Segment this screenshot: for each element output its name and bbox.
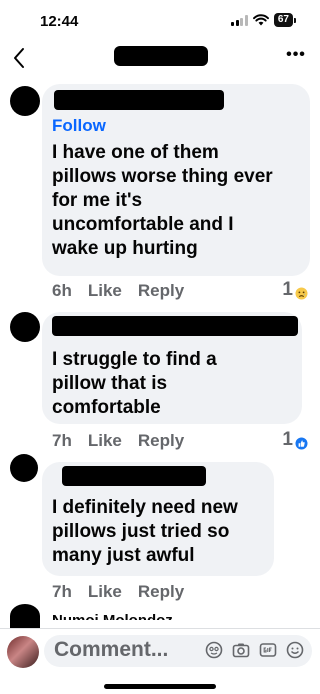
commenter-avatar-redacted[interactable] xyxy=(10,312,40,342)
comment-actions: 7h Like Reply xyxy=(52,582,184,602)
comment-actions: 6h Like Reply xyxy=(52,281,184,301)
status-time: 12:44 xyxy=(40,13,79,30)
like-button[interactable]: Like xyxy=(88,431,122,451)
reaction-summary[interactable]: 1 xyxy=(282,429,308,451)
redacted-commenter-name[interactable] xyxy=(54,90,224,110)
commenter-avatar-redacted[interactable] xyxy=(10,454,38,482)
comment-text: I have one of them pillows worse thing e… xyxy=(52,142,273,259)
reaction-summary[interactable]: 1 xyxy=(282,279,308,301)
battery-icon: 67 xyxy=(273,13,296,27)
reaction-count: 1 xyxy=(282,429,293,450)
gif-icon[interactable] xyxy=(259,641,277,659)
comment-input-placeholder: Comment... xyxy=(54,638,169,661)
cellular-signal-icon xyxy=(231,14,248,26)
nav-bar: ••• xyxy=(0,40,320,76)
back-button[interactable] xyxy=(10,46,30,70)
home-indicator[interactable] xyxy=(104,684,216,689)
comment-actions: 7h Like Reply xyxy=(52,431,184,451)
comment-text: I struggle to find a pillow that is comf… xyxy=(52,349,217,418)
commenter-avatar-redacted[interactable] xyxy=(10,604,40,628)
like-button[interactable]: Like xyxy=(88,281,122,301)
commenter-avatar-redacted[interactable] xyxy=(10,86,40,116)
comment-composer: Comment... xyxy=(0,628,320,672)
comment-timestamp: 7h xyxy=(52,582,72,601)
redacted-page-title xyxy=(114,46,208,66)
reply-button[interactable]: Reply xyxy=(138,582,184,602)
composer-icons xyxy=(205,641,304,659)
avatar-sticker-icon[interactable] xyxy=(205,641,223,659)
follow-button[interactable]: Follow xyxy=(52,116,106,136)
sad-emoji-icon xyxy=(295,287,308,299)
like-button[interactable]: Like xyxy=(88,582,122,602)
redacted-commenter-name[interactable] xyxy=(62,466,206,486)
commenter-name-partial[interactable]: Numoi Molondoz xyxy=(52,608,173,620)
reply-button[interactable]: Reply xyxy=(138,431,184,451)
battery-level: 67 xyxy=(273,13,293,27)
comment-text: I definitely need new pillows just tried… xyxy=(52,497,238,566)
camera-icon[interactable] xyxy=(232,641,250,659)
like-emoji-icon xyxy=(295,437,308,449)
comment-timestamp: 6h xyxy=(52,281,72,300)
comment-input[interactable]: Comment... xyxy=(44,635,312,667)
emoji-icon[interactable] xyxy=(286,641,304,659)
reaction-count: 1 xyxy=(282,279,293,300)
status-bar: 12:44 67 xyxy=(0,0,320,40)
user-avatar[interactable] xyxy=(7,636,39,668)
comment-timestamp: 7h xyxy=(52,431,72,450)
wifi-icon xyxy=(252,14,269,26)
chevron-left-icon xyxy=(14,48,24,68)
reply-button[interactable]: Reply xyxy=(138,281,184,301)
status-icons: 67 xyxy=(231,13,296,27)
redacted-commenter-name[interactable] xyxy=(52,316,298,336)
more-options-button[interactable]: ••• xyxy=(284,46,308,66)
